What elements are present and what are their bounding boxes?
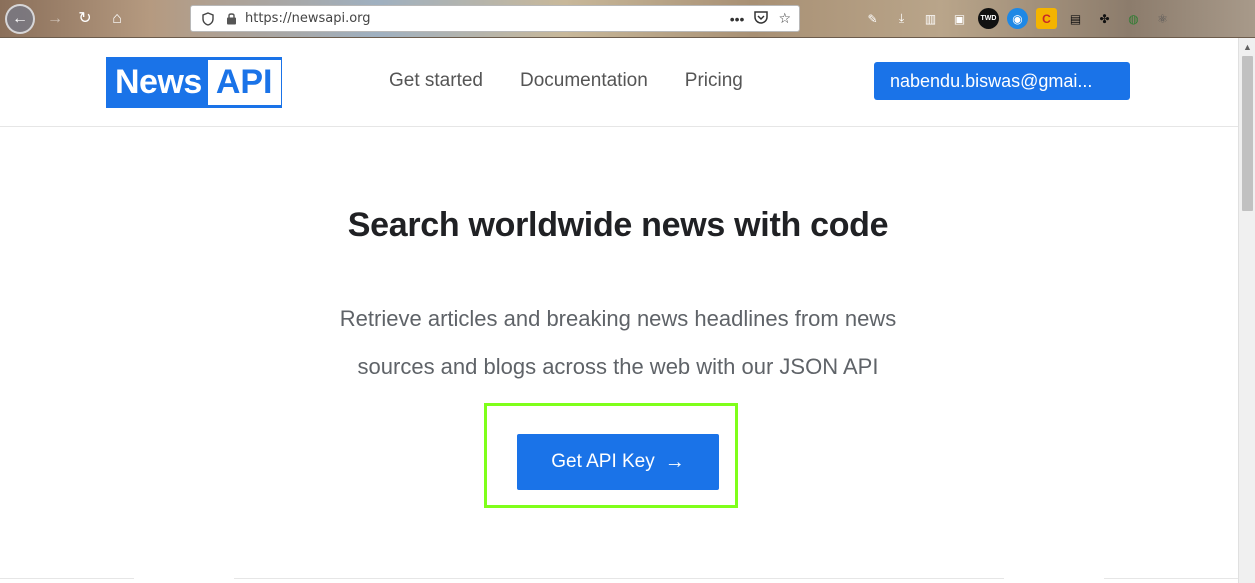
pocket-icon[interactable]	[754, 10, 769, 27]
browser-toolbar: ← → ↻ ⌂ https://newsapi.org ••• ☆ ✎ ⤓ ▥ …	[0, 0, 1255, 38]
bottom-cards-edge	[0, 578, 1238, 583]
back-button[interactable]: ←	[5, 4, 35, 34]
twd-extension-icon[interactable]: TWD	[978, 8, 999, 29]
react-extension-icon[interactable]: ⚛	[1152, 8, 1173, 29]
color-extension-icon[interactable]: C	[1036, 8, 1057, 29]
account-button[interactable]: nabendu.biswas@gmai...	[874, 62, 1130, 100]
reload-button[interactable]: ↻	[70, 4, 100, 34]
sidebar-icon[interactable]: ▣	[949, 8, 970, 29]
back-icon: ←	[12, 10, 28, 27]
pen-icon[interactable]: ✎	[862, 8, 883, 29]
forward-icon: →	[47, 10, 63, 27]
main-nav: Get started Documentation Pricing	[389, 70, 743, 92]
scroll-up-icon[interactable]: ▲	[1239, 38, 1255, 55]
home-icon: ⌂	[112, 10, 122, 27]
web-page: News API Get started Documentation Prici…	[0, 38, 1238, 583]
card-edge-left	[0, 578, 134, 583]
get-api-key-button[interactable]: Get API Key →	[517, 434, 719, 490]
hero-subtitle: Retrieve articles and breaking news head…	[339, 306, 897, 379]
download-icon[interactable]: ⤓	[891, 8, 912, 29]
paw-extension-icon[interactable]: ✤	[1094, 8, 1115, 29]
more-icon[interactable]: •••	[730, 11, 745, 27]
shield-icon[interactable]	[197, 11, 219, 26]
hero-title: Search worldwide news with code	[347, 206, 889, 244]
library-icon[interactable]: ▥	[920, 8, 941, 29]
home-button[interactable]: ⌂	[102, 4, 132, 34]
site-header: News API Get started Documentation Prici…	[0, 38, 1238, 127]
search-extension-icon[interactable]: ◍	[1123, 8, 1144, 29]
url-text[interactable]: https://newsapi.org	[245, 11, 371, 26]
vertical-scrollbar[interactable]: ▲	[1238, 38, 1255, 583]
extensions-toolbar: ✎ ⤓ ▥ ▣ TWD ◉ C ▤ ✤ ◍ ⚛	[862, 8, 1173, 29]
nav-pricing[interactable]: Pricing	[685, 70, 743, 92]
card-edge-right	[1104, 578, 1238, 583]
reload-icon: ↻	[78, 10, 92, 27]
notes-extension-icon[interactable]: ▤	[1065, 8, 1086, 29]
nav-documentation[interactable]: Documentation	[520, 70, 648, 92]
logo-news-text: News	[109, 60, 208, 105]
forward-button[interactable]: →	[40, 4, 70, 34]
star-icon[interactable]: ☆	[778, 10, 791, 27]
card-edge-middle	[234, 578, 1004, 583]
scroll-thumb[interactable]	[1242, 56, 1253, 211]
arrow-right-icon: →	[664, 450, 685, 473]
globe-extension-icon[interactable]: ◉	[1007, 8, 1028, 29]
lock-icon[interactable]	[223, 12, 239, 25]
logo-api-text: API	[207, 60, 281, 105]
url-bar[interactable]: https://newsapi.org ••• ☆	[190, 5, 800, 32]
nav-get-started[interactable]: Get started	[389, 70, 483, 92]
news-api-logo[interactable]: News API	[106, 57, 282, 108]
cta-label: Get API Key	[551, 451, 655, 472]
